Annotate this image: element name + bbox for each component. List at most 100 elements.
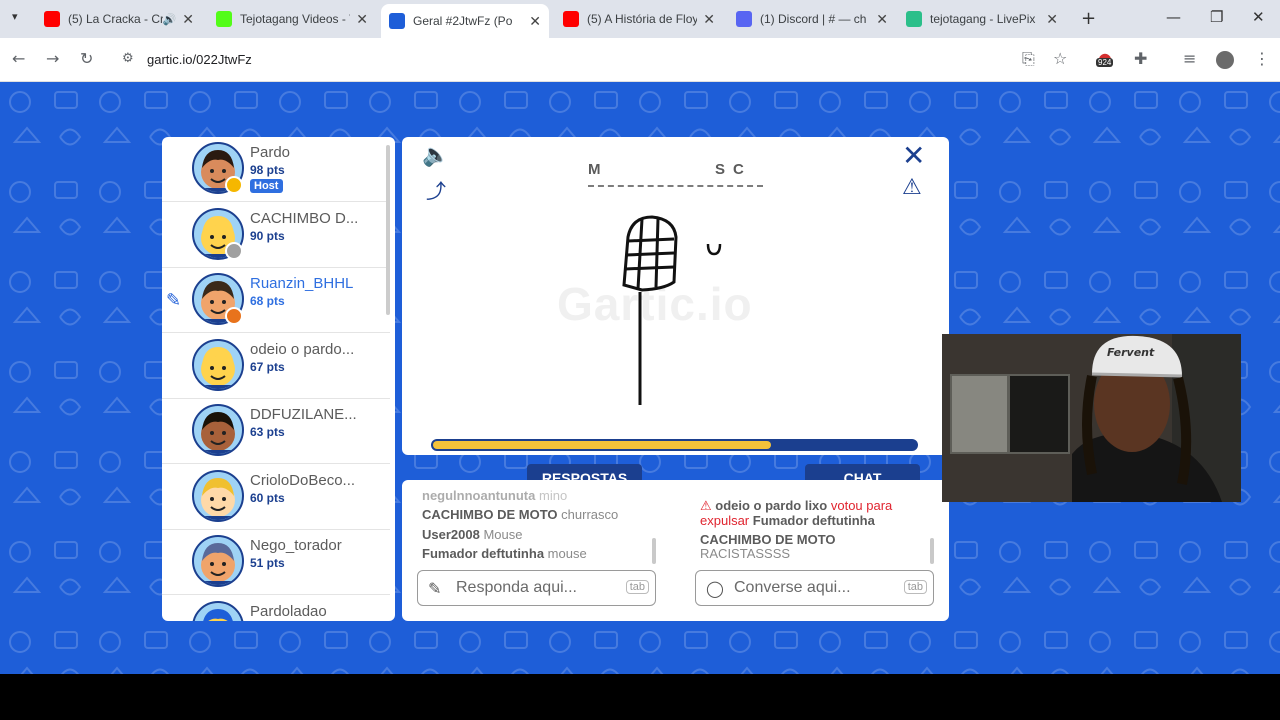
tab-key-hint: tab [625, 580, 649, 594]
player-row[interactable]: CACHIMBO D... 90 pts [162, 203, 390, 268]
browser-tab[interactable]: (5) La Cracka - Cr 🔊 ✕ [36, 6, 202, 32]
player-name: CrioloDoBeco... [250, 471, 356, 489]
menu-icon[interactable]: ⋮ [1254, 49, 1270, 68]
player-points: 98 pts [250, 163, 285, 177]
profile-avatar[interactable] [1216, 51, 1234, 69]
player-points: 90 pts [250, 228, 285, 243]
player-avatar [192, 469, 244, 522]
player-avatar [192, 535, 244, 587]
tab-close-icon[interactable]: ✕ [1046, 11, 1058, 28]
reload-icon[interactable]: ↻ [80, 49, 93, 68]
forward-icon[interactable]: → [46, 49, 59, 68]
tab-close-icon[interactable]: ✕ [529, 13, 541, 30]
chat-message-text: RACISTASSSS [700, 546, 791, 561]
player-avatar [192, 600, 244, 621]
timer-fill [433, 441, 772, 449]
player-status-dot [225, 241, 243, 260]
browser-window: ▾ (5) La Cracka - Cr 🔊 ✕ Tejotagang Videos … [0, 0, 1280, 720]
player-name: odeio o pardo... [250, 340, 355, 358]
browser-tab[interactable]: Geral #2JtwFz (Po ✕ [381, 4, 549, 38]
extensions-puzzle-icon[interactable]: ✚ [1134, 49, 1147, 68]
answer-placeholder: Responda aqui... [456, 579, 577, 596]
youtube-icon [563, 11, 579, 27]
players-list: Pardo 98 pts Host CACHIMBO D... 90 pts ✎ Ruanz… [162, 137, 395, 621]
players-scrollbar[interactable] [386, 145, 390, 315]
tab-title: (1) Discord | # — ch [760, 12, 867, 26]
bookmark-star-icon[interactable]: ☆ [1053, 49, 1067, 68]
url-text[interactable]: gartic.io/022JtwFz [147, 52, 252, 67]
tab-close-icon[interactable]: ✕ [182, 11, 194, 28]
player-row[interactable]: Pardoladao [162, 596, 390, 621]
webcam-video: Fervent [942, 334, 1241, 502]
player-row[interactable]: CrioloDoBeco... 60 pts [162, 465, 390, 530]
tab-search-icon[interactable]: ▾ [12, 10, 18, 23]
chat-placeholder: Converse aqui... [734, 579, 851, 596]
browser-tab[interactable]: (1) Discord | # — ch ✕ [728, 6, 896, 32]
bottom-letterbox [0, 674, 1280, 720]
player-name: Pardoladao [250, 602, 327, 620]
tab-title: tejotagang - LivePix [930, 12, 1036, 26]
browser-tab[interactable]: Tejotagang Videos - V ✕ [208, 6, 376, 32]
answer-item: negulnnoantunuta mino [422, 488, 568, 503]
player-points: 67 pts [250, 359, 285, 374]
player-status-dot [225, 307, 243, 325]
player-points: 60 pts [250, 490, 285, 505]
tab-close-icon[interactable]: ✕ [876, 11, 888, 28]
tab-bar: ▾ (5) La Cracka - Cr 🔊 ✕ Tejotagang Videos … [0, 0, 1280, 38]
address-bar[interactable]: ⚙ gartic.io/022JtwFz [112, 44, 1112, 76]
webcam-overlay: Fervent [942, 334, 1241, 502]
livepix-icon [906, 11, 922, 27]
site-info-icon[interactable]: ⚙ [122, 51, 134, 66]
player-row[interactable]: Pardo 98 pts Host [162, 137, 390, 202]
tab-audio-icon[interactable]: 🔊 [163, 13, 177, 26]
player-avatar [192, 404, 244, 456]
answers-chat-panel: negulnnoantunuta mino CACHIMBO DE MOTO c… [402, 480, 949, 621]
new-tab-icon[interactable]: + [1081, 8, 1096, 29]
answer-input[interactable]: ✎ Responda aqui... tab [417, 570, 656, 606]
chat-input[interactable]: ◯ Converse aqui... tab [695, 570, 934, 606]
extension-badge: 924 [1096, 58, 1114, 67]
answer-item: Fumador deftutinha mouse [422, 546, 587, 561]
pencil-icon: ✎ [428, 579, 442, 598]
install-app-icon[interactable]: ⎘ [1022, 49, 1035, 69]
player-name: Pardo [250, 144, 291, 161]
player-name: Nego_torador [250, 537, 342, 554]
round-timer-bar [431, 439, 918, 451]
chat-bubble-icon: ◯ [706, 579, 724, 598]
tab-title: (5) A História de Floy [587, 12, 698, 26]
host-badge: Host [250, 179, 284, 193]
vote-kick-alert-line2: expulsar Fumador deftutinha [700, 513, 875, 528]
tab-title: Tejotagang Videos - V [240, 12, 351, 26]
maximize-icon[interactable]: ❐ [1210, 8, 1223, 26]
player-row[interactable]: Nego_torador 51 pts [162, 530, 390, 595]
player-row[interactable]: ✎ Ruanzin_BHHL 68 pts [162, 268, 390, 333]
player-points: 63 pts [250, 425, 285, 439]
browser-tab[interactable]: tejotagang - LivePix ✕ [898, 6, 1066, 32]
player-status-dot [225, 176, 243, 194]
drawing-canvas[interactable] [402, 137, 949, 437]
tab-title: (5) La Cracka - Cr [68, 12, 163, 26]
player-name: DDFUZILANE... [250, 406, 357, 423]
media-control-icon[interactable]: ≡ [1183, 49, 1196, 68]
tab-key-hint: tab [903, 580, 927, 594]
kick-icon [216, 11, 232, 27]
drawing-board: 🔈 ⤴ ✕ ⚠ M S C Gartic.io [402, 137, 949, 455]
player-avatar [192, 338, 244, 391]
tab-close-icon[interactable]: ✕ [703, 11, 715, 28]
back-icon[interactable]: ← [12, 49, 25, 68]
gartic-icon [389, 13, 405, 29]
answer-item: CACHIMBO DE MOTO churrasco [422, 507, 619, 522]
player-row[interactable]: odeio o pardo... 67 pts [162, 334, 390, 399]
player-row[interactable]: DDFUZILANE... 63 pts [162, 399, 390, 464]
chat-scrollbar[interactable] [930, 538, 934, 564]
drawing-pencil-icon: ✎ [166, 290, 182, 310]
youtube-icon [44, 11, 60, 27]
close-window-icon[interactable]: ✕ [1252, 8, 1265, 26]
tab-close-icon[interactable]: ✕ [356, 11, 368, 28]
minimize-icon[interactable]: — [1166, 8, 1181, 26]
player-points: 68 pts [250, 294, 285, 308]
player-points: 51 pts [250, 556, 285, 570]
browser-tab[interactable]: (5) A História de Floy ✕ [555, 6, 723, 32]
warning-icon: ⚠ [700, 498, 712, 513]
answers-scrollbar[interactable] [652, 538, 656, 564]
